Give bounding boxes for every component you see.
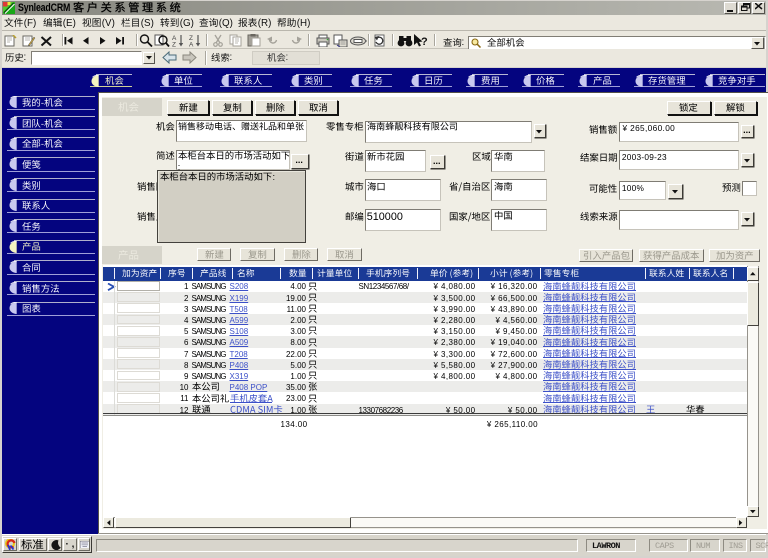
svg-text:A: A [189,42,194,48]
svg-text:Z: Z [172,42,176,48]
svg-text:?: ? [421,36,428,47]
